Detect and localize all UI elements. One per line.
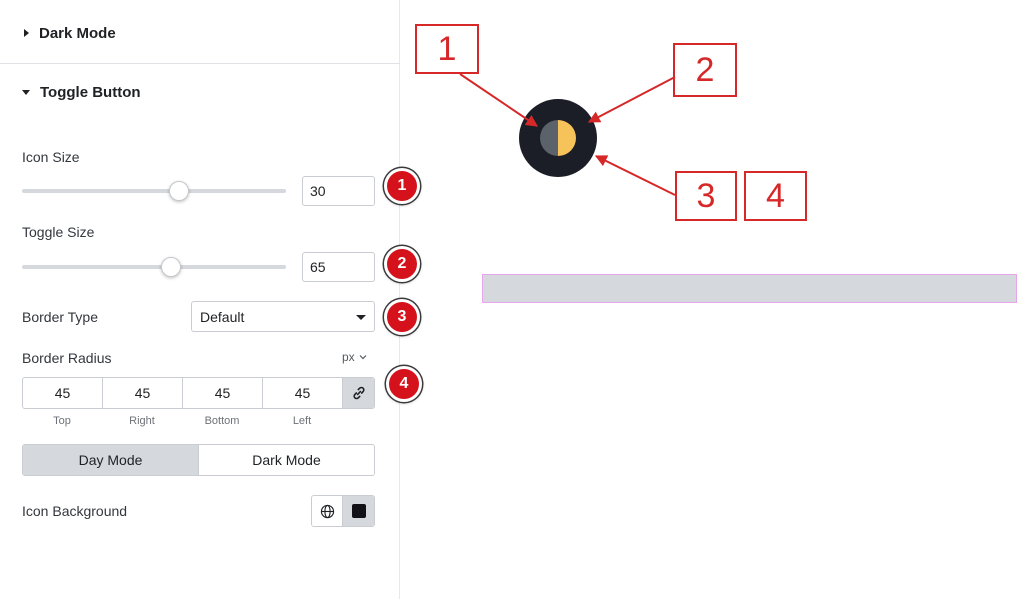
arrow-2 [587,76,676,123]
dimension-labels: Top Right Bottom Left [22,415,342,427]
slider-track [22,189,286,193]
link-icon [352,386,365,400]
select-value: Default [200,308,245,325]
dim-label-bottom: Bottom [204,415,240,427]
callout-4: 4 [744,171,807,221]
icon-background-label: Icon Background [22,503,128,519]
slider-track [22,265,286,269]
section-toggle-button[interactable]: Toggle Button [0,77,400,107]
slider-thumb[interactable] [161,257,181,277]
section-title: Dark Mode [39,24,116,42]
moon-dark-half-icon [540,120,558,156]
annotation-badge-3: 3 [384,299,420,335]
tab-dark-mode[interactable]: Dark Mode [199,445,374,475]
unit-value: px [342,350,355,364]
section-title: Toggle Button [40,83,141,101]
chevron-down-icon [359,355,367,360]
toggle-size-label: Toggle Size [22,224,95,240]
dim-label-right: Right [129,415,155,427]
toggle-size-input[interactable] [302,252,375,282]
callout-3: 3 [675,171,737,221]
border-type-select[interactable]: Default [191,301,375,332]
icon-size-label: Icon Size [22,149,80,165]
radius-right-input[interactable]: 45 [103,378,183,408]
slider-thumb[interactable] [169,181,189,201]
dim-label-top: Top [53,415,71,427]
settings-panel: Dark Mode Toggle Button Icon Size Toggle… [0,0,400,599]
chevron-down-icon [356,315,366,320]
icon-size-slider[interactable] [22,181,286,201]
preview-container-bar [482,274,1017,303]
caret-down-icon [22,89,30,95]
icon-background-controls [311,495,375,527]
caret-right-icon [24,29,29,37]
radius-bottom-input[interactable]: 45 [183,378,263,408]
border-radius-label: Border Radius [22,350,112,366]
border-type-label: Border Type [22,309,99,325]
moon-light-half-icon [558,120,576,156]
callout-1: 1 [415,24,479,74]
radius-left-input[interactable]: 45 [263,378,343,408]
color-swatch [351,504,366,518]
callout-2: 2 [673,43,737,97]
unit-selector[interactable]: px [342,350,367,364]
dark-mode-toggle[interactable] [519,99,597,177]
section-dark-mode[interactable]: Dark Mode [0,18,400,48]
link-values-button[interactable] [343,378,374,408]
radius-top-input[interactable]: 45 [23,378,103,408]
globe-icon [320,504,334,518]
icon-size-input[interactable] [302,176,375,206]
tab-day-mode[interactable]: Day Mode [23,445,199,475]
mode-tabs: Day Mode Dark Mode [22,444,375,476]
global-colors-button[interactable] [312,496,344,526]
toggle-size-slider[interactable] [22,257,286,277]
annotation-badge-2: 2 [384,246,420,282]
color-picker-button[interactable] [343,496,374,526]
annotation-badge-4: 4 [386,366,422,402]
section-divider [0,63,400,64]
border-radius-dimensions: 45 45 45 45 [22,377,375,409]
annotation-badge-1: 1 [384,168,420,204]
arrow-3 [594,155,676,196]
dim-label-left: Left [292,415,312,427]
